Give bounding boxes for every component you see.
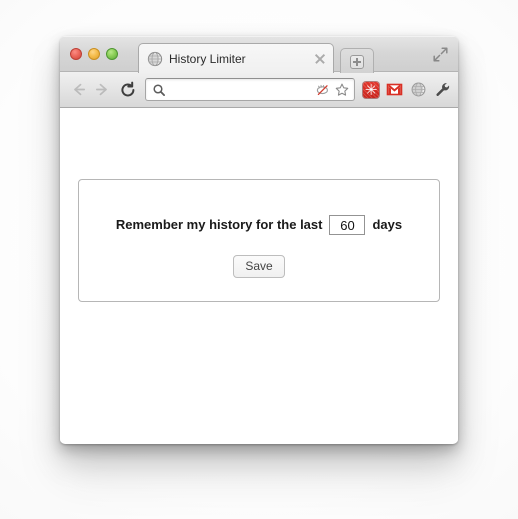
- extension-icons: ✳: [363, 81, 451, 98]
- plus-icon: [350, 55, 364, 69]
- tab-strip: History Limiter: [60, 36, 458, 73]
- history-duration-row: Remember my history for the last days: [79, 215, 439, 235]
- history-label-after: days: [372, 217, 403, 232]
- wrench-menu-icon[interactable]: [434, 81, 451, 98]
- fullscreen-arrows-icon[interactable]: [432, 46, 449, 63]
- tab-title: History Limiter: [169, 51, 246, 66]
- browser-toolbar: ✳: [60, 72, 458, 108]
- reload-icon: [121, 81, 135, 96]
- asterisk-badge: ✳: [363, 80, 379, 99]
- reload-button[interactable]: [117, 79, 139, 101]
- history-label-before: Remember my history for the last: [115, 217, 323, 232]
- address-bar-actions: [315, 82, 350, 98]
- forward-arrow-icon: [95, 83, 107, 96]
- back-button[interactable]: [67, 79, 89, 101]
- window-minimize-button[interactable]: [88, 48, 100, 60]
- desktop-background: History Limiter ✳ Remember my history fo…: [0, 0, 518, 519]
- tab-close-icon[interactable]: [313, 52, 327, 66]
- page-content: Remember my history for the last days Sa…: [60, 108, 458, 442]
- window-close-button[interactable]: [70, 48, 82, 60]
- forward-button[interactable]: [91, 79, 113, 101]
- asterisk-extension-icon[interactable]: ✳: [363, 80, 379, 99]
- star-outline-icon[interactable]: [334, 82, 350, 98]
- globe-icon: [147, 51, 163, 66]
- asterisk-glyph: ✳: [364, 80, 378, 99]
- popup-blocked-icon[interactable]: [315, 82, 331, 98]
- browser-window: History Limiter ✳ Remember my history fo…: [60, 36, 458, 444]
- gmail-icon[interactable]: [386, 81, 403, 98]
- tab-history-limiter[interactable]: History Limiter: [138, 43, 334, 73]
- save-button[interactable]: Save: [233, 255, 285, 278]
- globe-extension-icon[interactable]: [410, 81, 427, 98]
- window-zoom-button[interactable]: [106, 48, 118, 60]
- days-input[interactable]: [329, 215, 366, 235]
- new-tab-button[interactable]: [340, 48, 374, 73]
- address-bar[interactable]: [145, 78, 355, 101]
- magnifier-icon: [153, 83, 165, 96]
- settings-panel: Remember my history for the last days Sa…: [78, 179, 440, 302]
- window-controls: [70, 48, 118, 60]
- back-arrow-icon: [73, 83, 85, 96]
- save-button-container: Save: [79, 255, 439, 278]
